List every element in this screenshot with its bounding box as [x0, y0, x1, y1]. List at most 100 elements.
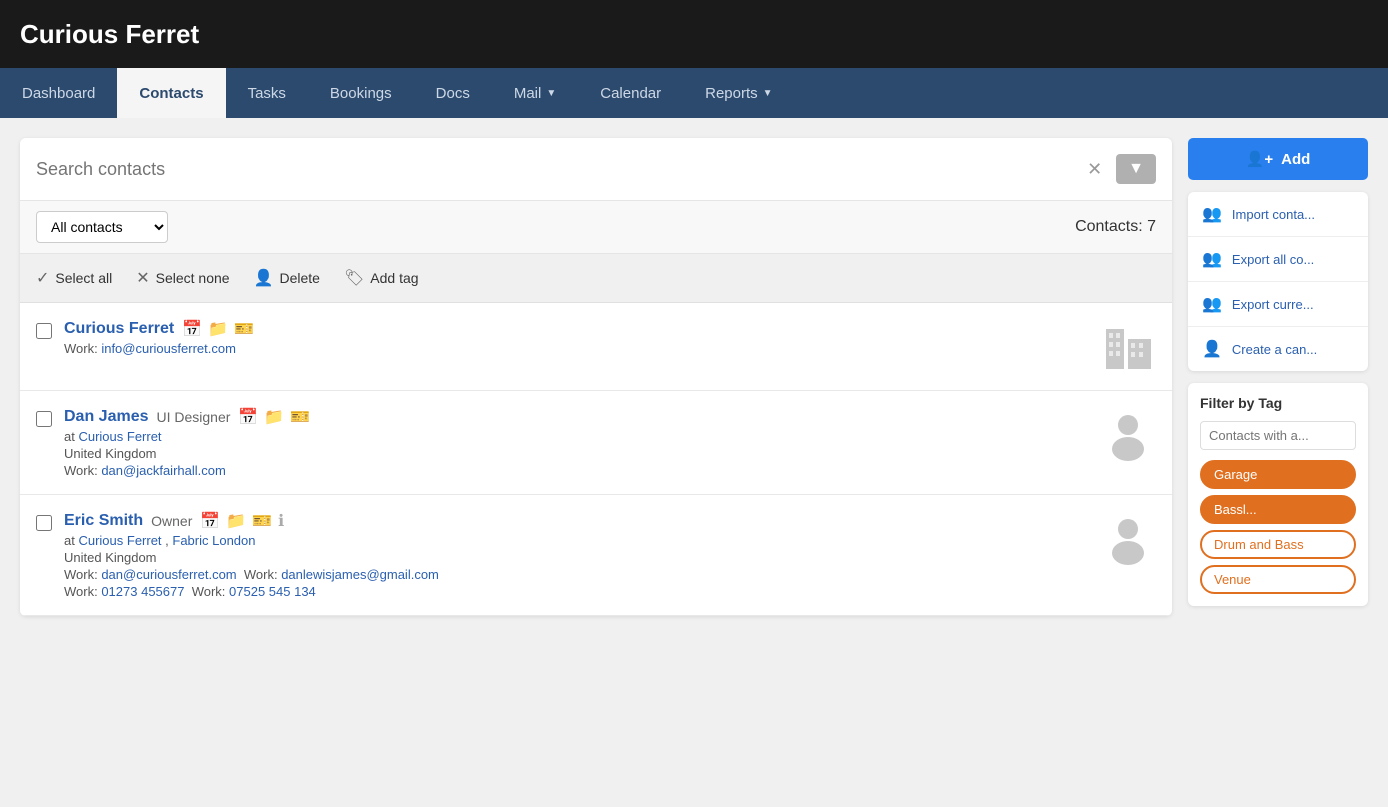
delete-icon: 👤	[254, 268, 274, 288]
contact-info-eric-smith: Eric Smith Owner 📅 📁 🎫 ℹ at Curious Ferr…	[64, 511, 1089, 599]
contact-avatar-dan-james	[1101, 407, 1156, 462]
tag-item-venue[interactable]: Venue	[1200, 565, 1356, 594]
contact-company-link-dan-james[interactable]: Curious Ferret	[78, 429, 161, 444]
contact-company-link-eric-2[interactable]: Fabric London	[172, 533, 255, 548]
contact-icons: 📅 📁 🎫	[182, 319, 254, 339]
select-none-button[interactable]: ✕ Select none	[136, 264, 229, 292]
tag-filter-input[interactable]	[1200, 421, 1356, 450]
contact-phones-detail-eric: Work: 01273 455677 Work: 07525 545 134	[64, 584, 1089, 599]
ticket-icon[interactable]: 🎫	[290, 407, 310, 427]
nav-item-bookings[interactable]: Bookings	[308, 68, 414, 118]
tag-filter-section: Filter by Tag Garage Bassl... Drum and B…	[1188, 383, 1368, 606]
nav-item-tasks[interactable]: Tasks	[226, 68, 308, 118]
nav-item-dashboard[interactable]: Dashboard	[0, 68, 117, 118]
reports-dropdown-arrow: ▼	[763, 88, 773, 99]
sidebar-action-export-current[interactable]: 👥 Export curre...	[1188, 282, 1368, 327]
sidebar-actions: 👥 Import conta... 👥 Export all co... 👥 E…	[1188, 192, 1368, 371]
contact-email-link-eric-2[interactable]: danlewisjames@gmail.com	[281, 567, 439, 582]
checkmark-icon: ✓	[36, 268, 49, 288]
contact-icons: 📅 📁 🎫 ℹ	[200, 511, 284, 531]
table-row: Curious Ferret 📅 📁 🎫 Work: info@curiousf…	[20, 303, 1172, 391]
search-clear-button[interactable]: ✕	[1079, 155, 1110, 184]
contact-icons: 📅 📁 🎫	[238, 407, 310, 427]
contact-checkbox-curious-ferret[interactable]	[36, 323, 52, 339]
export-current-icon: 👥	[1202, 294, 1222, 314]
actions-row: ✓ Select all ✕ Select none 👤 Delete 🏷 Ad…	[20, 254, 1172, 303]
building-icon	[1101, 319, 1156, 374]
nav-item-calendar[interactable]: Calendar	[578, 68, 683, 118]
campaign-icon: 👤	[1202, 339, 1222, 359]
contact-name-line: Curious Ferret 📅 📁 🎫	[64, 319, 1089, 339]
contact-email-link-eric-1[interactable]: dan@curiousferret.com	[101, 567, 236, 582]
contact-role-dan-james: UI Designer	[157, 409, 231, 425]
sidebar-action-create-campaign[interactable]: 👤 Create a can...	[1188, 327, 1368, 371]
tag-list: Garage Bassl... Drum and Bass Venue	[1200, 460, 1356, 594]
app-title: Curious Ferret	[20, 19, 199, 50]
add-tag-button[interactable]: 🏷 Add tag	[344, 264, 419, 292]
search-dropdown-button[interactable]: ▼	[1116, 154, 1156, 184]
nav-item-mail[interactable]: Mail ▼	[492, 68, 578, 118]
contact-phone-link-eric-2[interactable]: 07525 545 134	[229, 584, 316, 599]
contact-avatar-eric-smith	[1101, 511, 1156, 566]
contact-name-dan-james[interactable]: Dan James	[64, 408, 149, 426]
contact-email-detail: Work: info@curiousferret.com	[64, 341, 1089, 356]
filter-row: All contacts Contacts: 7	[20, 201, 1172, 254]
info-icon[interactable]: ℹ	[278, 511, 284, 531]
add-icon: 👤+	[1246, 150, 1273, 168]
select-all-button[interactable]: ✓ Select all	[36, 264, 112, 292]
contact-avatar-org	[1101, 319, 1156, 374]
contact-email-link[interactable]: info@curiousferret.com	[101, 341, 236, 356]
contact-company-detail: at Curious Ferret	[64, 429, 1089, 444]
contact-email-link-dan-james[interactable]: dan@jackfairhall.com	[101, 463, 225, 478]
export-all-icon: 👥	[1202, 249, 1222, 269]
contact-companies-detail: at Curious Ferret , Fabric London	[64, 533, 1089, 548]
nav-item-reports[interactable]: Reports ▼	[683, 68, 794, 118]
nav-item-contacts[interactable]: Contacts	[117, 68, 225, 118]
mail-dropdown-arrow: ▼	[546, 88, 556, 99]
top-header: Curious Ferret	[0, 0, 1388, 68]
cross-icon: ✕	[136, 268, 149, 288]
contact-name-curious-ferret[interactable]: Curious Ferret	[64, 320, 174, 338]
tag-filter-title: Filter by Tag	[1200, 395, 1356, 411]
contacts-filter-select[interactable]: All contacts	[36, 211, 168, 243]
contact-name-eric-smith[interactable]: Eric Smith	[64, 512, 143, 530]
person-icon	[1101, 407, 1156, 462]
tag-item-bassline[interactable]: Bassl...	[1200, 495, 1356, 524]
contact-phone-link-eric-1[interactable]: 01273 455677	[101, 584, 184, 599]
files-icon[interactable]: 📁	[208, 319, 228, 339]
delete-button[interactable]: 👤 Delete	[254, 264, 320, 292]
search-input[interactable]	[36, 159, 1079, 180]
add-contact-button[interactable]: 👤+ Add	[1188, 138, 1368, 180]
calendar-icon[interactable]: 📅	[238, 407, 258, 427]
contact-country-eric-smith: United Kingdom	[64, 550, 1089, 565]
import-icon: 👥	[1202, 204, 1222, 224]
calendar-icon[interactable]: 📅	[200, 511, 220, 531]
files-icon[interactable]: 📁	[264, 407, 284, 427]
contact-email-detail-dan-james: Work: dan@jackfairhall.com	[64, 463, 1089, 478]
sidebar-action-export-all[interactable]: 👥 Export all co...	[1188, 237, 1368, 282]
right-sidebar: 👤+ Add 👥 Import conta... 👥 Export all co…	[1188, 138, 1368, 606]
sidebar-action-import[interactable]: 👥 Import conta...	[1188, 192, 1368, 237]
tag-item-garage[interactable]: Garage	[1200, 460, 1356, 489]
main-layout: ✕ ▼ All contacts Contacts: 7 ✓ Select al…	[0, 118, 1388, 636]
nav-bar: Dashboard Contacts Tasks Bookings Docs M…	[0, 68, 1388, 118]
tag-icon: 🏷	[344, 268, 364, 288]
contact-checkbox-dan-james[interactable]	[36, 411, 52, 427]
contact-name-line: Eric Smith Owner 📅 📁 🎫 ℹ	[64, 511, 1089, 531]
ticket-icon[interactable]: 🎫	[252, 511, 272, 531]
contact-checkbox-eric-smith[interactable]	[36, 515, 52, 531]
contact-company-link-eric-1[interactable]: Curious Ferret	[78, 533, 161, 548]
contact-info-curious-ferret: Curious Ferret 📅 📁 🎫 Work: info@curiousf…	[64, 319, 1089, 356]
person-icon	[1101, 511, 1156, 566]
contact-emails-detail-eric: Work: dan@curiousferret.com Work: danlew…	[64, 567, 1089, 582]
ticket-icon[interactable]: 🎫	[234, 319, 254, 339]
table-row: Dan James UI Designer 📅 📁 🎫 at Curious F…	[20, 391, 1172, 495]
calendar-icon[interactable]: 📅	[182, 319, 202, 339]
contacts-panel: ✕ ▼ All contacts Contacts: 7 ✓ Select al…	[20, 138, 1172, 616]
tag-item-drum-and-bass[interactable]: Drum and Bass	[1200, 530, 1356, 559]
contacts-count: Contacts: 7	[1075, 218, 1156, 236]
search-bar: ✕ ▼	[20, 138, 1172, 201]
nav-item-docs[interactable]: Docs	[414, 68, 492, 118]
files-icon[interactable]: 📁	[226, 511, 246, 531]
contact-country-dan-james: United Kingdom	[64, 446, 1089, 461]
